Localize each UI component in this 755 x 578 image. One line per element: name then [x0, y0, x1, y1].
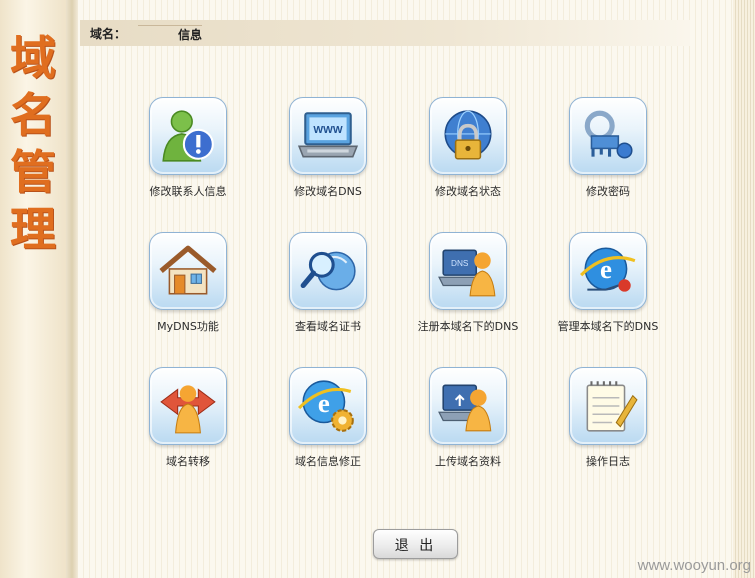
watermark: www.wooyun.org [637, 557, 751, 574]
tile-manage-dns[interactable]: e 管理本域名下的DNS [538, 232, 678, 367]
tile-edit-dns[interactable]: WWW 修改域名DNS [258, 97, 398, 232]
user-transfer-icon[interactable] [149, 367, 227, 445]
domain-label: 域名： [90, 27, 127, 41]
tile-label: 域名转移 [166, 455, 210, 468]
tile-label: 查看域名证书 [295, 320, 361, 333]
sidebar-title: 域 名 管 理 [6, 30, 60, 258]
tile-edit-contact[interactable]: 修改联系人信息 [118, 97, 258, 232]
globe-lock-icon[interactable] [429, 97, 507, 175]
laptop-www-icon[interactable]: WWW [289, 97, 367, 175]
svg-text:DNS: DNS [451, 259, 469, 268]
tile-edit-status[interactable]: 修改域名状态 [398, 97, 538, 232]
sidebar-title-char: 名 [10, 88, 56, 142]
domain-info-value: 信息 [138, 25, 202, 43]
function-grid: 修改联系人信息 WWW 修改域名DNS 修改域名状态 修改密码 MyDNS功能 … [118, 97, 678, 502]
ie-gear-icon[interactable]: e [289, 367, 367, 445]
tile-change-password[interactable]: 修改密码 [538, 97, 678, 232]
sidebar: 域 名 管 理 [0, 0, 66, 578]
tile-label: 操作日志 [586, 455, 630, 468]
tile-upload-documents[interactable]: 上传域名资料 [398, 367, 538, 502]
house-icon[interactable] [149, 232, 227, 310]
tile-label: MyDNS功能 [157, 320, 219, 333]
key-password-icon[interactable] [569, 97, 647, 175]
tile-label: 上传域名资料 [435, 455, 501, 468]
sidebar-border [66, 0, 78, 578]
sidebar-title-char: 域 [10, 31, 56, 85]
right-edge-decoration [733, 0, 755, 578]
notepad-log-icon[interactable] [569, 367, 647, 445]
tile-label: 管理本域名下的DNS [557, 320, 659, 333]
tile-view-certificate[interactable]: 查看域名证书 [258, 232, 398, 367]
tile-label: 注册本域名下的DNS [417, 320, 519, 333]
ie-network-icon[interactable]: e [569, 232, 647, 310]
tile-operation-log[interactable]: 操作日志 [538, 367, 678, 502]
tile-label: 域名信息修正 [295, 455, 361, 468]
domain-info-bar: 域名： 信息 [80, 20, 690, 46]
svg-text:WWW: WWW [313, 125, 342, 136]
tile-domain-transfer[interactable]: 域名转移 [118, 367, 258, 502]
tile-label: 修改联系人信息 [149, 185, 227, 198]
tile-label: 修改域名状态 [435, 185, 501, 198]
sidebar-title-char: 理 [10, 202, 56, 256]
sidebar-title-char: 管 [10, 145, 56, 199]
tile-label: 修改域名DNS [294, 185, 362, 198]
tile-label: 修改密码 [586, 185, 630, 198]
register-dns-icon[interactable]: DNS [429, 232, 507, 310]
upload-user-icon[interactable] [429, 367, 507, 445]
tile-register-dns[interactable]: DNS 注册本域名下的DNS [398, 232, 538, 367]
magnifier-certificate-icon[interactable] [289, 232, 367, 310]
tile-domain-info-fix[interactable]: e 域名信息修正 [258, 367, 398, 502]
contact-info-icon[interactable] [149, 97, 227, 175]
tile-mydns[interactable]: MyDNS功能 [118, 232, 258, 367]
logout-button[interactable]: 退 出 [373, 529, 458, 559]
